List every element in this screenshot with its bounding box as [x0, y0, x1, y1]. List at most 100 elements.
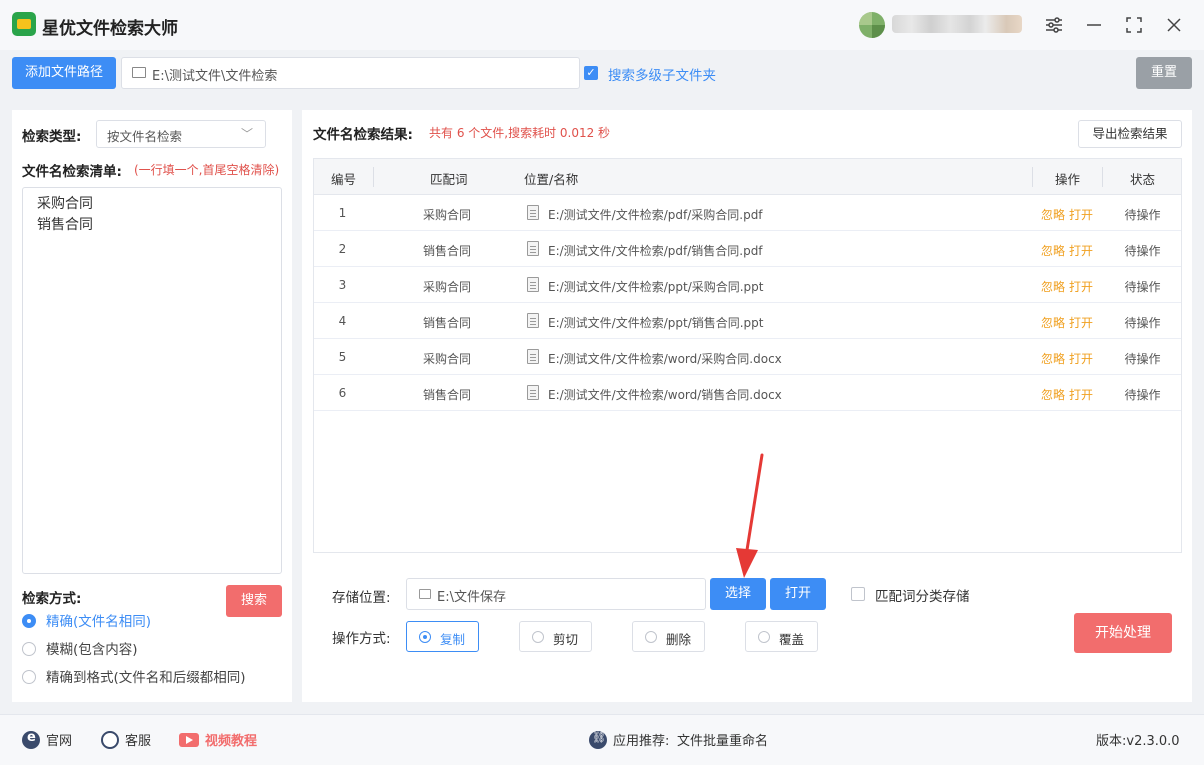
mode-format-radio[interactable]: 精确到格式(文件名和后缀都相同): [22, 666, 246, 686]
row-no: 5: [338, 350, 347, 364]
op-delete-radio[interactable]: 删除: [632, 621, 705, 652]
radio-selected-icon: [419, 631, 431, 643]
table-row[interactable]: 2 销售合同 E:/测试文件/文件检索/pdf/销售合同.pdf 忽略 打开 待操…: [314, 231, 1181, 267]
file-icon: [527, 385, 539, 400]
operation-mode-label: 操作方式:: [332, 631, 391, 647]
open-link[interactable]: 打开: [1069, 208, 1093, 222]
video-icon: [179, 733, 199, 747]
path-input[interactable]: E:\测试文件\文件检索: [121, 57, 580, 89]
folder-icon: [132, 67, 146, 78]
ignore-link[interactable]: 忽略: [1041, 388, 1065, 402]
user-avatar[interactable]: [859, 12, 885, 38]
keyword-list-label: 文件名检索清单:: [22, 164, 122, 180]
minimize-icon[interactable]: [1081, 12, 1107, 38]
search-mode-label: 检索方式:: [22, 591, 82, 607]
ignore-link[interactable]: 忽略: [1041, 244, 1065, 258]
file-icon: [527, 241, 539, 256]
table-row[interactable]: 3 采购合同 E:/测试文件/文件检索/ppt/采购合同.ppt 忽略 打开 待操…: [314, 267, 1181, 303]
col-ops: 操作: [1055, 172, 1081, 187]
radio-icon: [22, 642, 36, 656]
classify-label[interactable]: 匹配词分类存储: [875, 585, 970, 605]
mode-format-label: 精确到格式(文件名和后缀都相同): [46, 670, 246, 686]
video-tutorial-label: 视频教程: [205, 734, 258, 749]
op-overwrite-radio[interactable]: 覆盖: [745, 621, 818, 652]
open-link[interactable]: 打开: [1069, 280, 1093, 294]
ignore-link[interactable]: 忽略: [1041, 316, 1065, 330]
recommend-app-link[interactable]: 文件批量重命名: [677, 730, 768, 749]
reset-button[interactable]: 重置: [1136, 57, 1192, 89]
op-copy-radio[interactable]: 复制: [406, 621, 479, 652]
mode-exact-label: 精确(文件名相同): [46, 614, 152, 630]
row-status: 待操作: [1124, 388, 1161, 402]
maximize-icon[interactable]: [1121, 12, 1147, 38]
col-path: 位置/名称: [524, 172, 579, 187]
open-link[interactable]: 打开: [1069, 352, 1093, 366]
op-delete-label: 删除: [666, 632, 692, 647]
row-path: E:/测试文件/文件检索/pdf/采购合同.pdf: [548, 208, 763, 222]
table-row[interactable]: 4 销售合同 E:/测试文件/文件检索/ppt/销售合同.ppt 忽略 打开 待操…: [314, 303, 1181, 339]
table-row[interactable]: 5 采购合同 E:/测试文件/文件检索/word/采购合同.docx 忽略 打开 …: [314, 339, 1181, 375]
op-overwrite-label: 覆盖: [779, 632, 805, 647]
website-link[interactable]: 官网: [22, 730, 72, 749]
col-keyword: 匹配词: [430, 172, 468, 187]
row-path: E:/测试文件/文件检索/ppt/销售合同.ppt: [548, 316, 764, 330]
row-no: 2: [338, 242, 347, 256]
mode-fuzzy-radio[interactable]: 模糊(包含内容): [22, 638, 138, 658]
op-copy-label: 复制: [440, 632, 466, 647]
video-tutorial-link[interactable]: 视频教程: [179, 730, 257, 749]
folder-icon: [419, 589, 431, 599]
row-path: E:/测试文件/文件检索/word/采购合同.docx: [548, 352, 782, 366]
headset-icon: [101, 731, 119, 749]
customer-service-link[interactable]: 客服: [101, 730, 151, 749]
col-no: 编号: [331, 172, 357, 187]
col-status: 状态: [1130, 172, 1156, 187]
results-summary: 共有 6 个文件,搜索耗时 0.012 秒: [429, 126, 611, 140]
search-type-label: 检索类型:: [22, 129, 82, 145]
start-processing-button[interactable]: 开始处理: [1074, 613, 1172, 653]
website-icon: [22, 730, 40, 749]
open-link[interactable]: 打开: [1069, 388, 1093, 402]
row-no: 6: [338, 386, 347, 400]
row-status: 待操作: [1124, 208, 1161, 222]
op-cut-radio[interactable]: 剪切: [519, 621, 592, 652]
radio-icon: [645, 631, 657, 643]
mode-exact-radio[interactable]: 精确(文件名相同): [22, 610, 151, 630]
row-keyword: 销售合同: [422, 388, 471, 402]
table-row[interactable]: 1 采购合同 E:/测试文件/文件检索/pdf/采购合同.pdf 忽略 打开 待操…: [314, 195, 1181, 231]
table-row[interactable]: 6 销售合同 E:/测试文件/文件检索/word/销售合同.docx 忽略 打开 …: [314, 375, 1181, 411]
subfolder-checkbox[interactable]: ✓: [584, 66, 598, 80]
path-value: E:\测试文件\文件检索: [152, 69, 278, 84]
ignore-link[interactable]: 忽略: [1041, 280, 1065, 294]
annotation-arrow-icon: [736, 453, 764, 578]
row-no: 4: [338, 314, 347, 328]
export-results-button[interactable]: 导出检索结果: [1078, 120, 1182, 148]
open-link[interactable]: 打开: [1069, 244, 1093, 258]
close-icon[interactable]: [1161, 12, 1187, 38]
radio-icon: [532, 631, 544, 643]
file-icon: [527, 205, 539, 220]
ignore-link[interactable]: 忽略: [1041, 352, 1065, 366]
row-path: E:/测试文件/文件检索/word/销售合同.docx: [548, 388, 782, 402]
row-path: E:/测试文件/文件检索/ppt/采购合同.ppt: [548, 280, 764, 294]
row-status: 待操作: [1124, 244, 1161, 258]
version-label: 版本:v2.3.0.0: [1096, 734, 1180, 749]
add-file-path-button[interactable]: 添加文件路径: [12, 57, 116, 89]
search-type-select[interactable]: 按文件名检索 ﹀: [96, 120, 266, 148]
row-status: 待操作: [1124, 352, 1161, 366]
keyword-list-textarea[interactable]: 采购合同 销售合同: [22, 187, 282, 574]
open-link[interactable]: 打开: [1069, 316, 1093, 330]
search-button[interactable]: 搜索: [226, 585, 282, 617]
file-icon: [527, 349, 539, 364]
row-keyword: 采购合同: [422, 208, 471, 222]
row-no: 3: [338, 278, 347, 292]
row-keyword: 采购合同: [422, 280, 471, 294]
ignore-link[interactable]: 忽略: [1041, 208, 1065, 222]
subfolder-label[interactable]: 搜索多级子文件夹: [608, 64, 716, 84]
app-logo-icon: [12, 12, 36, 36]
recommend-label: 应用推荐:: [613, 734, 670, 749]
classify-checkbox[interactable]: [851, 587, 865, 601]
settings-icon[interactable]: [1041, 12, 1067, 38]
op-cut-label: 剪切: [553, 632, 579, 647]
store-location-label: 存储位置:: [332, 590, 391, 606]
store-location-input[interactable]: E:\文件保存: [406, 578, 706, 610]
